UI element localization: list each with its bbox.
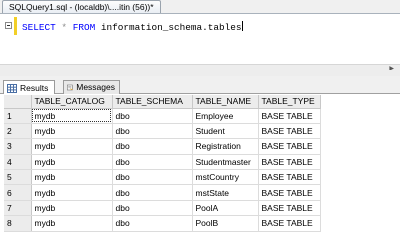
changed-line-marker xyxy=(14,17,17,35)
table-row[interactable]: 3 mydb dbo Registration BASE TABLE xyxy=(4,138,321,155)
row-number-header[interactable] xyxy=(4,95,32,109)
row-number[interactable]: 4 xyxy=(4,154,32,171)
cell-table-catalog[interactable]: mydb xyxy=(31,184,113,201)
column-header-table-catalog[interactable]: TABLE_CATALOG xyxy=(31,95,113,109)
column-header-table-name[interactable]: TABLE_NAME xyxy=(192,95,259,109)
tab-results[interactable]: Results xyxy=(3,80,55,95)
cell-table-type[interactable]: BASE TABLE xyxy=(258,200,321,217)
column-header-table-schema[interactable]: TABLE_SCHEMA xyxy=(112,95,193,109)
pane-splitter[interactable] xyxy=(0,70,400,76)
results-grid-area: TABLE_CATALOG TABLE_SCHEMA TABLE_NAME TA… xyxy=(0,94,400,250)
cell-table-name[interactable]: PoolB xyxy=(192,215,259,232)
text-caret xyxy=(241,21,243,31)
cell-table-schema[interactable]: dbo xyxy=(112,123,193,140)
row-number[interactable]: 7 xyxy=(4,200,32,217)
row-number[interactable]: 6 xyxy=(4,184,32,201)
cell-table-schema[interactable]: dbo xyxy=(112,184,193,201)
query-editor[interactable]: SELECT * FROM information_schema.tables xyxy=(0,13,400,70)
column-header-table-type[interactable]: TABLE_TYPE xyxy=(258,95,321,109)
cell-table-name[interactable]: Studentmaster xyxy=(192,154,259,171)
query-document-tab[interactable]: SQLQuery1.sql - (localdb)\....itin (56))… xyxy=(2,0,161,13)
row-number[interactable]: 1 xyxy=(4,108,32,124)
cell-table-name[interactable]: mstCountry xyxy=(192,169,259,186)
cell-table-catalog[interactable]: mydb xyxy=(31,215,113,232)
row-number[interactable]: 2 xyxy=(4,123,32,140)
cell-table-catalog[interactable]: mydb xyxy=(31,123,113,140)
cell-table-schema[interactable]: dbo xyxy=(112,108,193,124)
cell-table-type[interactable]: BASE TABLE xyxy=(258,184,321,201)
cell-table-type[interactable]: BASE TABLE xyxy=(258,123,321,140)
cell-table-name[interactable]: Employee xyxy=(192,108,259,124)
cell-table-schema[interactable]: dbo xyxy=(112,215,193,232)
collapse-toggle-icon[interactable] xyxy=(5,22,12,29)
grid-icon xyxy=(7,83,17,93)
cell-table-name[interactable]: mstState xyxy=(192,184,259,201)
cell-table-name[interactable]: PoolA xyxy=(192,200,259,217)
results-grid: TABLE_CATALOG TABLE_SCHEMA TABLE_NAME TA… xyxy=(4,95,321,232)
tab-messages[interactable]: Messages xyxy=(63,80,120,94)
row-number[interactable]: 5 xyxy=(4,169,32,186)
row-number[interactable]: 8 xyxy=(4,215,32,232)
grid-header-row: TABLE_CATALOG TABLE_SCHEMA TABLE_NAME TA… xyxy=(4,95,321,109)
document-tab-strip: SQLQuery1.sql - (localdb)\....itin (56))… xyxy=(0,0,400,13)
cell-table-schema[interactable]: dbo xyxy=(112,200,193,217)
select-keyword: SELECT xyxy=(22,22,56,33)
cell-table-schema[interactable]: dbo xyxy=(112,154,193,171)
cell-table-catalog[interactable]: mydb xyxy=(31,138,113,155)
cell-table-type[interactable]: BASE TABLE xyxy=(258,108,321,124)
star-operator: * xyxy=(61,22,68,33)
cell-table-catalog[interactable]: mydb xyxy=(31,169,113,186)
cell-table-type[interactable]: BASE TABLE xyxy=(258,169,321,186)
cell-table-schema[interactable]: dbo xyxy=(112,169,193,186)
table-row[interactable]: 7 mydb dbo PoolA BASE TABLE xyxy=(4,200,321,217)
table-row[interactable]: 2 mydb dbo Student BASE TABLE xyxy=(4,123,321,140)
table-row[interactable]: 8 mydb dbo PoolB BASE TABLE xyxy=(4,215,321,232)
table-row[interactable]: 6 mydb dbo mstState BASE TABLE xyxy=(4,184,321,201)
sql-query-line[interactable]: SELECT * FROM information_schema.tables xyxy=(22,21,243,33)
results-tab-bar: Results Messages xyxy=(0,78,400,95)
cell-table-name[interactable]: Registration xyxy=(192,138,259,155)
table-row[interactable]: 4 mydb dbo Studentmaster BASE TABLE xyxy=(4,154,321,171)
messages-icon xyxy=(67,84,73,91)
table-row[interactable]: 1 mydb dbo Employee BASE TABLE xyxy=(4,108,321,124)
tab-results-label: Results xyxy=(20,82,49,93)
cell-table-catalog[interactable]: mydb xyxy=(31,108,113,124)
tab-messages-label: Messages xyxy=(76,82,115,92)
cell-table-type[interactable]: BASE TABLE xyxy=(258,138,321,155)
row-number[interactable]: 3 xyxy=(4,138,32,155)
cell-table-catalog[interactable]: mydb xyxy=(31,200,113,217)
table-identifier: information_schema.tables xyxy=(100,22,242,33)
cell-table-type[interactable]: BASE TABLE xyxy=(258,215,321,232)
cell-table-type[interactable]: BASE TABLE xyxy=(258,154,321,171)
cell-table-catalog[interactable]: mydb xyxy=(31,154,113,171)
from-keyword: FROM xyxy=(72,22,96,33)
cell-table-schema[interactable]: dbo xyxy=(112,138,193,155)
table-row[interactable]: 5 mydb dbo mstCountry BASE TABLE xyxy=(4,169,321,186)
cell-table-name[interactable]: Student xyxy=(192,123,259,140)
